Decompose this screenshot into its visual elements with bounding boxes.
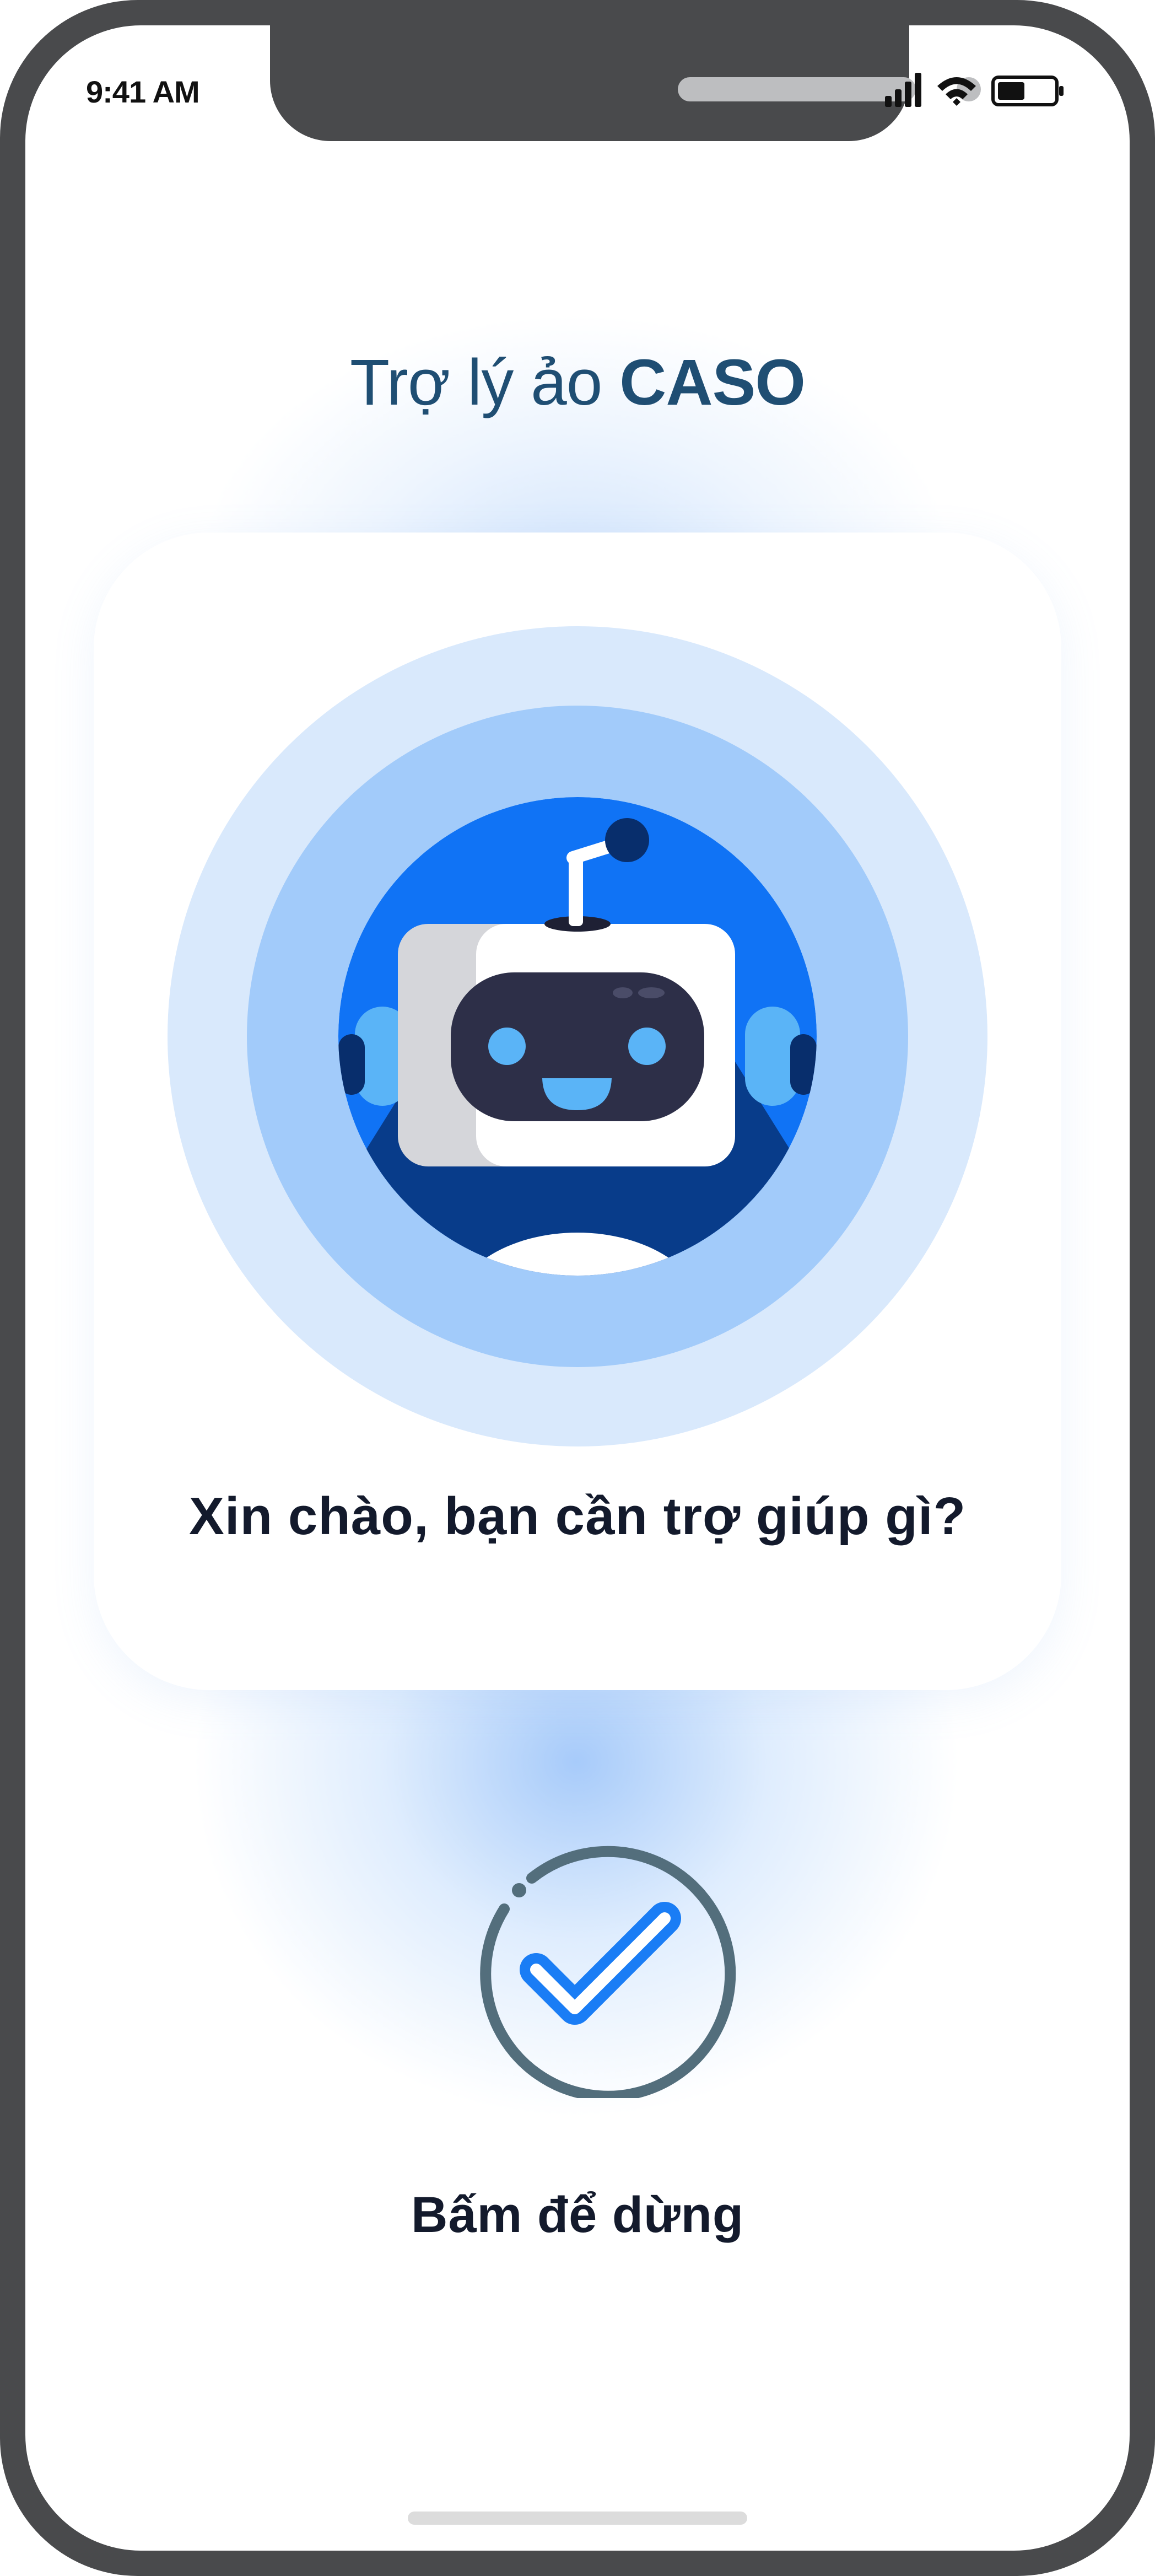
- stop-button[interactable]: [473, 1833, 737, 2098]
- page-title: Trợ lý ảo CASO: [25, 345, 1130, 420]
- device-notch: [270, 25, 981, 141]
- battery-icon: [991, 76, 1064, 106]
- wifi-icon: [937, 77, 976, 106]
- title-prefix: Trợ lý ảo: [349, 346, 620, 419]
- signal-icon: [885, 73, 921, 107]
- assistant-avatar: [168, 626, 987, 1446]
- status-icons: [885, 73, 1064, 107]
- stop-ring-dot: [512, 1883, 526, 1897]
- assistant-card: Xin chào, bạn cần trợ giúp gì?: [94, 533, 1061, 1690]
- greeting-text: Xin chào, bạn cần trợ giúp gì?: [188, 1487, 967, 1546]
- status-time: 9:41 AM: [86, 74, 200, 109]
- brand-name: CASO: [619, 346, 806, 419]
- speaker-grille: [678, 77, 916, 101]
- phone-frame: 9:41 AM Trợ lý ảo CASO Xin chào, bạn cần…: [0, 0, 1155, 2576]
- app-screen: 9:41 AM Trợ lý ảo CASO Xin chào, bạn cần…: [25, 25, 1130, 2551]
- home-indicator[interactable]: [408, 2512, 747, 2525]
- checkmark-icon: [520, 1902, 681, 2025]
- stop-label[interactable]: Bấm để dừng: [25, 2186, 1130, 2244]
